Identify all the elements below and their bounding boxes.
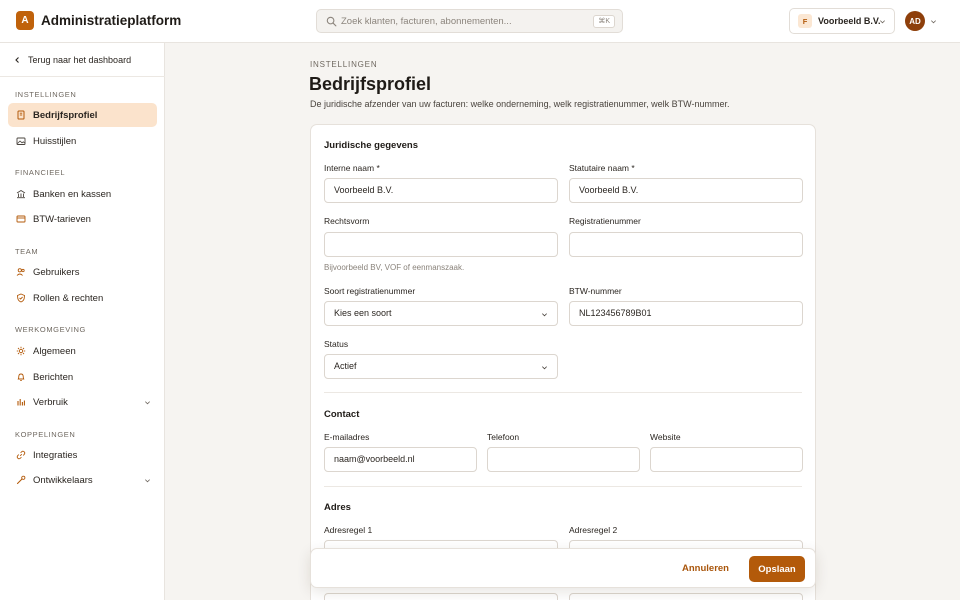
email-field[interactable]: naam@voorbeeld.nl [324, 447, 477, 472]
address-line2-label: Adresregel 2 [569, 525, 618, 535]
bell-icon [17, 373, 25, 381]
sidebar-item-rollen-rechten[interactable]: Rollen & rechten [8, 286, 157, 310]
sidebar-section-team: TEAM [15, 247, 39, 256]
sidebar-item-label: Berichten [33, 371, 74, 383]
section-divider [324, 392, 802, 393]
sidebar-divider [0, 76, 165, 77]
vat-number-label: BTW-nummer [569, 286, 622, 296]
status-select[interactable]: Actief [324, 354, 558, 379]
wrench-icon [16, 475, 26, 485]
email-label: E-mailadres [324, 432, 370, 442]
sidebar-item-berichten[interactable]: Berichten [8, 365, 157, 389]
app-title: Administratieplatform [41, 13, 182, 28]
sidebar-item-label: Integraties [33, 449, 78, 461]
bank-icon [16, 189, 26, 199]
sidebar-item-banken-en-kassen[interactable]: Banken en kassen [8, 182, 157, 206]
section-divider [324, 486, 802, 487]
legal-form-hint: Bijvoorbeeld BV, VOF of eenmanszaak. [324, 263, 465, 272]
sidebar-item-verbruik[interactable]: Verbruik [8, 390, 157, 414]
bar-chart-icon [17, 399, 25, 406]
page-kicker: INSTELLINGEN [310, 60, 378, 69]
gear-icon [16, 346, 26, 356]
status-label: Status [324, 339, 349, 349]
internal-name-label: Interne naam * [324, 163, 380, 173]
top-bar: A Administratieplatform Zoek klanten, fa… [0, 0, 960, 43]
sidebar-item-label: BTW-tarieven [33, 213, 91, 225]
address-line1-label: Adresregel 1 [324, 525, 373, 535]
internal-name-field[interactable]: Voorbeeld B.V. [324, 178, 558, 203]
statutory-name-label: Statutaire naam * [569, 163, 635, 173]
chevron-down-icon [880, 20, 885, 24]
chevron-down-icon [542, 366, 547, 370]
chevron-down-icon[interactable] [930, 18, 937, 25]
sidebar-section-instellingen: INSTELLINGEN [15, 90, 77, 99]
legal-form-field[interactable] [324, 232, 558, 257]
search-shortcut: ⌘K [593, 15, 615, 28]
sidebar-item-gebruikers[interactable]: Gebruikers [8, 260, 157, 284]
registration-type-label: Soort registratienummer [324, 286, 416, 296]
sidebar-section-financieel: FINANCIEEL [15, 168, 66, 177]
sidebar-item-label: Bedrijfsprofiel [33, 109, 98, 121]
company-profile-card: Juridische gegevens Interne naam * Voorb… [310, 124, 816, 600]
image-icon [16, 137, 26, 145]
sidebar: Terug naar het dashboard INSTELLINGEN Be… [0, 43, 165, 600]
organization-name: Voorbeeld B.V. [818, 16, 881, 26]
section-title-legal: Juridische gegevens [324, 140, 418, 151]
sidebar-item-algemeen[interactable]: Algemeen [8, 339, 157, 363]
card-icon [16, 215, 26, 223]
organization-badge: F [798, 14, 812, 28]
statutory-name-field[interactable]: Voorbeeld B.V. [569, 178, 803, 203]
registration-type-select[interactable]: Kies een soort [324, 301, 558, 326]
sidebar-item-label: Verbruik [33, 396, 68, 408]
section-title-address: Adres [324, 502, 351, 513]
website-label: Website [650, 432, 681, 442]
cancel-button[interactable]: Annuleren [682, 563, 729, 574]
sidebar-item-label: Banken en kassen [33, 188, 112, 200]
search-icon [326, 16, 337, 27]
building-icon [17, 110, 25, 120]
chevron-left-icon [15, 57, 19, 63]
vat-number-field[interactable]: NL123456789B01 [569, 301, 803, 326]
sidebar-section-werkomgeving: WERKOMGEVING [15, 325, 86, 334]
avatar[interactable]: AD [905, 11, 925, 31]
back-link-label: Terug naar het dashboard [28, 55, 132, 65]
sidebar-item-ontwikkelaars[interactable]: Ontwikkelaars [8, 468, 157, 492]
registration-type-value: Kies een soort [334, 308, 392, 318]
search-input[interactable]: Zoek klanten, facturen, abonnementen... … [316, 9, 623, 33]
back-to-dashboard-link[interactable]: Terug naar het dashboard [14, 55, 131, 65]
sidebar-item-integraties[interactable]: Integraties [8, 443, 157, 467]
sidebar-item-label: Gebruikers [33, 266, 80, 278]
chevron-down-icon [542, 313, 547, 317]
app-logo[interactable]: A [16, 11, 34, 30]
page-subtitle: De juridische afzender van uw facturen: … [310, 99, 730, 109]
users-icon [16, 268, 25, 276]
status-value: Actief [334, 361, 357, 371]
shield-icon [17, 293, 25, 303]
sidebar-item-label: Ontwikkelaars [33, 474, 93, 486]
sidebar-item-label: Rollen & rechten [33, 292, 104, 304]
chevron-down-icon [145, 401, 150, 405]
link-icon [16, 450, 26, 460]
address-extra-field[interactable] [324, 593, 558, 600]
phone-field[interactable] [487, 447, 640, 472]
save-button[interactable]: Opslaan [749, 556, 805, 582]
website-field[interactable] [650, 447, 803, 472]
search-placeholder: Zoek klanten, facturen, abonnementen... [341, 16, 512, 27]
registration-number-field[interactable] [569, 232, 803, 257]
sidebar-item-huisstijlen[interactable]: Huisstijlen [8, 129, 157, 153]
legal-form-label: Rechtsvorm [324, 216, 370, 226]
sidebar-item-label: Algemeen [33, 345, 76, 357]
registration-number-label: Registratienummer [569, 216, 641, 226]
sidebar-item-bedrijfsprofiel[interactable]: Bedrijfsprofiel [8, 103, 157, 127]
organization-switcher[interactable]: F Voorbeeld B.V. [789, 8, 895, 34]
address-extra-field[interactable] [569, 593, 803, 600]
sidebar-section-koppelingen: KOPPELINGEN [15, 430, 76, 439]
sidebar-item-label: Huisstijlen [33, 135, 77, 147]
phone-label: Telefoon [487, 432, 520, 442]
section-title-contact: Contact [324, 409, 360, 420]
page-title: Bedrijfsprofiel [309, 74, 432, 94]
chevron-down-icon [145, 479, 150, 483]
form-action-bar: Annuleren Opslaan [310, 548, 816, 588]
sidebar-item-btw-tarieven[interactable]: BTW-tarieven [8, 207, 157, 231]
